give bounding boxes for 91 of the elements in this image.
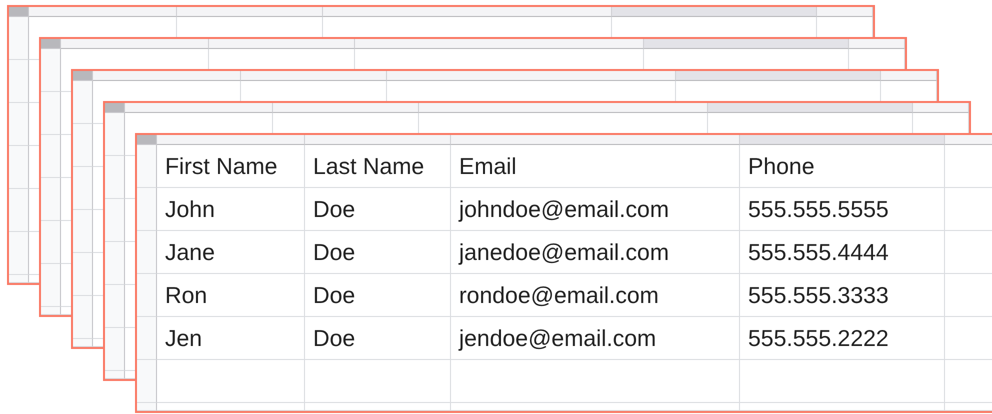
row-header[interactable] xyxy=(105,371,125,379)
row-header[interactable] xyxy=(105,199,125,242)
table-cell: Doe xyxy=(313,282,356,308)
column-selector[interactable] xyxy=(241,71,387,81)
column-selector[interactable] xyxy=(849,39,905,49)
empty-cell[interactable] xyxy=(305,403,451,411)
row-header[interactable] xyxy=(73,296,93,339)
table-cell: Jane xyxy=(165,238,215,266)
row-header[interactable] xyxy=(73,339,93,347)
table-cell: John xyxy=(165,196,215,222)
select-all-corner[interactable] xyxy=(9,7,29,17)
column-selector[interactable] xyxy=(913,103,969,113)
column-selector[interactable] xyxy=(125,103,273,113)
column-selector[interactable] xyxy=(817,7,873,17)
empty-cell[interactable] xyxy=(451,403,740,411)
row-header[interactable] xyxy=(137,360,157,403)
row-header[interactable] xyxy=(105,328,125,371)
row-header[interactable] xyxy=(105,113,125,156)
table-cell: 555.555.3333 xyxy=(748,282,889,308)
column-selector[interactable] xyxy=(355,39,644,49)
row-header[interactable] xyxy=(137,231,157,274)
column-selector[interactable] xyxy=(881,71,937,81)
row-header[interactable] xyxy=(9,60,29,103)
table-cell: rondoe@email.com xyxy=(459,282,659,308)
row-header[interactable] xyxy=(137,403,157,411)
row-header[interactable] xyxy=(9,146,29,189)
column-selector[interactable] xyxy=(419,103,708,113)
empty-cell[interactable] xyxy=(305,360,451,403)
table-cell: johndoe@email.com xyxy=(459,196,670,222)
row-header[interactable] xyxy=(137,188,157,231)
row-header[interactable] xyxy=(41,307,61,315)
row-header[interactable] xyxy=(41,178,61,221)
column-selector[interactable] xyxy=(157,135,305,145)
column-selector[interactable] xyxy=(945,135,992,145)
row-header[interactable] xyxy=(137,145,157,188)
table-cell: Ron xyxy=(165,282,208,308)
row-header[interactable] xyxy=(137,317,157,360)
column-selector[interactable] xyxy=(305,135,451,145)
column-selector[interactable] xyxy=(273,103,419,113)
row-header[interactable] xyxy=(9,17,29,60)
row-header[interactable] xyxy=(41,264,61,307)
table-cell: Jen xyxy=(165,324,202,352)
row-header[interactable] xyxy=(73,167,93,210)
row-header[interactable] xyxy=(73,210,93,253)
column-selector[interactable] xyxy=(61,39,209,49)
column-selector[interactable] xyxy=(708,103,913,113)
column-selector[interactable] xyxy=(451,135,740,145)
row-header[interactable] xyxy=(9,189,29,232)
table-cell: janedoe@email.com xyxy=(459,238,670,266)
column-selector[interactable] xyxy=(740,135,945,145)
column-selector[interactable] xyxy=(323,7,612,17)
column-header: Phone xyxy=(748,152,815,180)
select-all-corner[interactable] xyxy=(41,39,61,49)
row-header[interactable] xyxy=(9,103,29,146)
row-header[interactable] xyxy=(41,221,61,264)
row-header[interactable] xyxy=(41,135,61,178)
table-cell: Doe xyxy=(313,238,356,266)
row-header[interactable] xyxy=(9,232,29,275)
row-header[interactable] xyxy=(73,253,93,296)
empty-cell[interactable] xyxy=(740,403,945,411)
column-selector[interactable] xyxy=(209,39,355,49)
column-selector[interactable] xyxy=(29,7,177,17)
column-selector[interactable] xyxy=(177,7,323,17)
row-header[interactable] xyxy=(137,274,157,317)
select-all-corner[interactable] xyxy=(105,103,125,113)
empty-cell[interactable] xyxy=(451,360,740,403)
select-all-corner[interactable] xyxy=(73,71,93,81)
table-cell: Doe xyxy=(313,196,356,222)
row-header[interactable] xyxy=(105,285,125,328)
column-selector[interactable] xyxy=(644,39,849,49)
column-selector[interactable] xyxy=(387,71,676,81)
table-cell: 555.555.5555 xyxy=(748,196,889,222)
column-header: First Name xyxy=(165,152,278,180)
column-selector[interactable] xyxy=(612,7,817,17)
row-header[interactable] xyxy=(105,242,125,285)
column-selector[interactable] xyxy=(93,71,241,81)
row-header[interactable] xyxy=(41,92,61,135)
empty-cell[interactable] xyxy=(740,360,945,403)
table-cell: Doe xyxy=(313,324,356,352)
table-cell: jendoe@email.com xyxy=(459,324,656,352)
column-header: Email xyxy=(459,152,517,180)
table-cell: 555.555.4444 xyxy=(748,238,889,266)
row-header[interactable] xyxy=(73,81,93,124)
row-header[interactable] xyxy=(105,156,125,199)
column-selector[interactable] xyxy=(676,71,881,81)
column-header: Last Name xyxy=(313,152,424,180)
select-all-corner[interactable] xyxy=(137,135,157,145)
row-header[interactable] xyxy=(9,275,29,283)
row-header[interactable] xyxy=(41,49,61,92)
row-header[interactable] xyxy=(73,124,93,167)
table-cell: 555.555.2222 xyxy=(748,324,889,352)
